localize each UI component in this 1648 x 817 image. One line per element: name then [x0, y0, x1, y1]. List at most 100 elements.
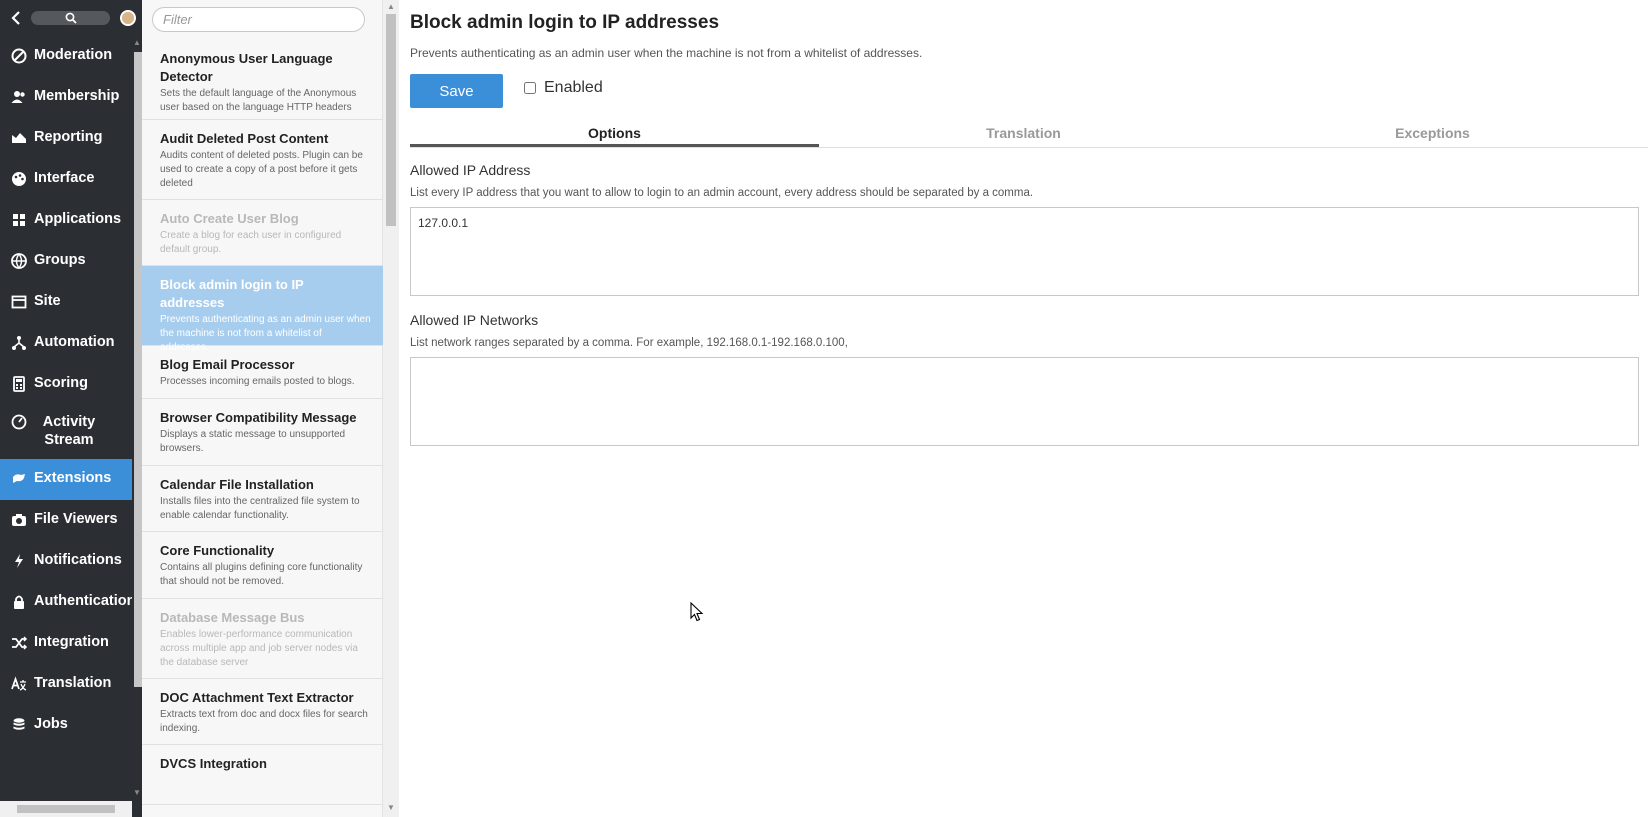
nav-horizontal-scrollbar[interactable] — [0, 801, 132, 817]
nav-item-file-viewers[interactable]: File Viewers — [0, 500, 132, 541]
scroll-down-icon[interactable]: ▼ — [133, 788, 141, 797]
plugin-description: Enables lower-performance communication … — [160, 629, 358, 668]
plugin-title: Blog Email Processor — [160, 357, 295, 372]
mouse-cursor-icon — [690, 602, 704, 622]
tab-options[interactable]: Options — [410, 118, 819, 147]
page-title: Block admin login to IP addresses — [410, 12, 720, 33]
plugin-list-item[interactable]: Block admin login to IP addresses Prevent… — [142, 266, 383, 353]
ban-icon — [10, 47, 28, 65]
nav-item-label: Applications — [34, 211, 122, 227]
plugin-title: Anonymous User Language Detector — [160, 51, 333, 84]
nav-item-interface[interactable]: Interface — [0, 159, 132, 200]
nav-hscroll-thumb[interactable] — [17, 805, 115, 813]
plugin-title: Database Message Bus — [160, 610, 305, 625]
calculator-icon — [10, 375, 28, 393]
admin-nav: Moderation Membership Reporting Interface Ap… — [0, 0, 142, 817]
plugin-description: Sets the default language of the Anonymo… — [160, 88, 357, 113]
enabled-toggle[interactable]: Enabled — [524, 79, 603, 97]
scroll-down-icon[interactable]: ▼ — [387, 803, 395, 812]
enabled-checkbox[interactable] — [524, 82, 536, 94]
dashboard-icon — [10, 413, 28, 431]
nav-item-label: Integration — [34, 634, 109, 650]
translate-icon — [10, 675, 28, 693]
plugin-list-item[interactable]: Anonymous User Language Detector Sets the… — [142, 40, 383, 120]
nav-item-integration[interactable]: Integration — [0, 623, 132, 664]
nav-item-label: Translation — [34, 675, 112, 691]
scroll-up-icon[interactable]: ▲ — [133, 38, 141, 47]
plugin-title: DVCS Integration — [160, 756, 267, 771]
nav-item-activity-stream[interactable]: Activity Stream — [0, 405, 132, 459]
nav-item-automation[interactable]: Automation — [0, 323, 132, 364]
plugin-list-item[interactable]: DOC Attachment Text Extractor Extracts te… — [142, 679, 383, 745]
avatar[interactable] — [120, 10, 136, 26]
filter-input[interactable] — [152, 7, 365, 32]
nav-list: Moderation Membership Reporting Interface Ap… — [0, 36, 136, 746]
plugin-list-item[interactable]: Auto Create User Blog Create a blog for e… — [142, 200, 383, 266]
sitemap-icon — [10, 334, 28, 352]
allowed-ip-address-field[interactable] — [410, 207, 1639, 296]
nav-item-label: Site — [34, 293, 61, 309]
shuffle-icon — [10, 634, 28, 652]
plugin-list-panel: Anonymous User Language Detector Sets the… — [142, 0, 399, 817]
nav-item-label: Groups — [34, 252, 86, 268]
plugin-description: Displays a static message to unsupported… — [160, 429, 346, 454]
nav-scrollbar-thumb[interactable] — [134, 52, 142, 687]
nav-item-scoring[interactable]: Scoring — [0, 364, 132, 405]
save-button[interactable]: Save — [410, 74, 503, 108]
page-description: Prevents authenticating as an admin user… — [410, 46, 923, 60]
plugin-title: Auto Create User Blog — [160, 211, 299, 226]
enabled-label: Enabled — [544, 79, 603, 96]
plugin-description: Audits content of deleted posts. Plugin … — [160, 150, 363, 189]
back-icon[interactable] — [6, 8, 25, 28]
nav-item-label: Membership — [34, 88, 120, 104]
allowed-ip-networks-help: List network ranges separated by a comma… — [410, 337, 848, 349]
bolt-icon — [10, 552, 28, 570]
nav-item-moderation[interactable]: Moderation — [0, 36, 132, 77]
plugin-detail: Block admin login to IP addresses Preven… — [400, 0, 1648, 817]
nav-item-notifications[interactable]: Notifications — [0, 541, 132, 582]
allowed-ip-address-help: List every IP address that you want to a… — [410, 187, 1034, 199]
plugin-list-item[interactable]: Audit Deleted Post Content Audits content… — [142, 120, 383, 200]
plugin-description: Create a blog for each user in configure… — [160, 230, 342, 255]
nav-top-bar — [0, 0, 142, 36]
plugin-list-item[interactable]: DVCS Integration — [142, 745, 383, 805]
nav-item-applications[interactable]: Applications — [0, 200, 132, 241]
plugin-description: Extracts text from doc and docx files fo… — [160, 709, 368, 734]
plugin-list-item[interactable]: Browser Compatibility Message Displays a … — [142, 399, 383, 466]
plugin-title: Audit Deleted Post Content — [160, 131, 329, 146]
plugin-list-scrollbar[interactable]: ▲ ▼ — [383, 0, 399, 817]
nav-item-translation[interactable]: Translation — [0, 664, 132, 705]
plugin-list-item[interactable]: Calendar File Installation Installs files… — [142, 466, 383, 532]
nav-item-label: Notifications — [34, 552, 122, 568]
tab-translation[interactable]: Translation — [819, 118, 1228, 147]
nav-item-authentication[interactable]: Authentication — [0, 582, 136, 623]
nav-item-membership[interactable]: Membership — [0, 77, 132, 118]
nav-item-label: Scoring — [34, 375, 88, 391]
plugin-list-item[interactable]: Blog Email Processor Processes incoming e… — [142, 346, 383, 399]
plugin-list-item[interactable]: Core Functionality Contains all plugins d… — [142, 532, 383, 599]
database-icon — [10, 716, 28, 734]
nav-item-site[interactable]: Site — [0, 282, 132, 323]
plugin-description: Installs files into the centralized file… — [160, 496, 360, 521]
lock-icon — [10, 593, 28, 611]
allowed-ip-networks-field[interactable] — [410, 357, 1639, 446]
palette-icon — [10, 170, 28, 188]
nav-search-button[interactable] — [31, 11, 111, 25]
plugin-list-scroll-thumb[interactable] — [386, 14, 396, 226]
plugin-title: Calendar File Installation — [160, 477, 314, 492]
nav-item-extensions[interactable]: Extensions — [0, 459, 132, 500]
nav-item-label: Authentication — [34, 593, 136, 609]
globe-icon — [10, 252, 28, 270]
tab-bar: Options Translation Exceptions — [410, 118, 1648, 148]
app-window: Moderation Membership Reporting Interface Ap… — [0, 0, 1648, 817]
nav-item-jobs[interactable]: Jobs — [0, 705, 132, 746]
nav-scrollbar[interactable]: ▲ ▼ — [132, 36, 142, 801]
nav-item-groups[interactable]: Groups — [0, 241, 132, 282]
nav-item-label: Extensions — [34, 470, 112, 486]
nav-item-reporting[interactable]: Reporting — [0, 118, 132, 159]
allowed-ip-address-label: Allowed IP Address — [410, 162, 531, 178]
tab-exceptions[interactable]: Exceptions — [1228, 118, 1637, 147]
plugin-title: Block admin login to IP addresses — [160, 277, 304, 310]
scroll-up-icon[interactable]: ▲ — [387, 2, 395, 11]
plugin-list-item[interactable]: Database Message Bus Enables lower-perfor… — [142, 599, 383, 679]
